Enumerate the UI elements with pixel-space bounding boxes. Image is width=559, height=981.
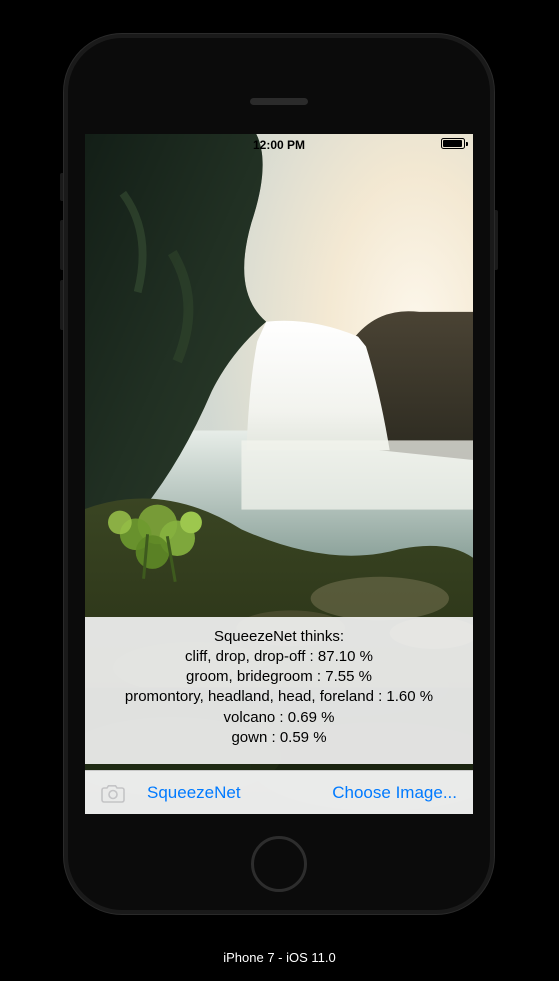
status-time: 12:00 PM: [253, 138, 305, 152]
screen: 12:00 PM SqueezeNet thinks: cliff, drop,…: [85, 134, 473, 814]
toolbar: SqueezeNet Choose Image...: [85, 770, 473, 814]
result-line: gown : 0.59 %: [93, 728, 465, 748]
simulator-caption: iPhone 7 - iOS 11.0: [0, 950, 559, 965]
results-title: SqueezeNet thinks:: [93, 627, 465, 647]
earpiece-speaker: [250, 98, 308, 105]
battery-icon: [441, 138, 465, 149]
home-button[interactable]: [251, 836, 307, 892]
result-line: promontory, headland, head, foreland : 1…: [93, 687, 465, 707]
result-line: volcano : 0.69 %: [93, 708, 465, 728]
camera-icon[interactable]: [101, 783, 125, 803]
model-button[interactable]: SqueezeNet: [147, 783, 241, 803]
device-frame: 12:00 PM SqueezeNet thinks: cliff, drop,…: [64, 34, 494, 914]
result-line: cliff, drop, drop-off : 87.10 %: [93, 647, 465, 667]
results-panel: SqueezeNet thinks: cliff, drop, drop-off…: [85, 617, 473, 765]
result-line: groom, bridegroom : 7.55 %: [93, 667, 465, 687]
choose-image-button[interactable]: Choose Image...: [332, 783, 457, 803]
device-bezel: 12:00 PM SqueezeNet thinks: cliff, drop,…: [68, 38, 490, 910]
status-bar: 12:00 PM: [85, 138, 473, 152]
